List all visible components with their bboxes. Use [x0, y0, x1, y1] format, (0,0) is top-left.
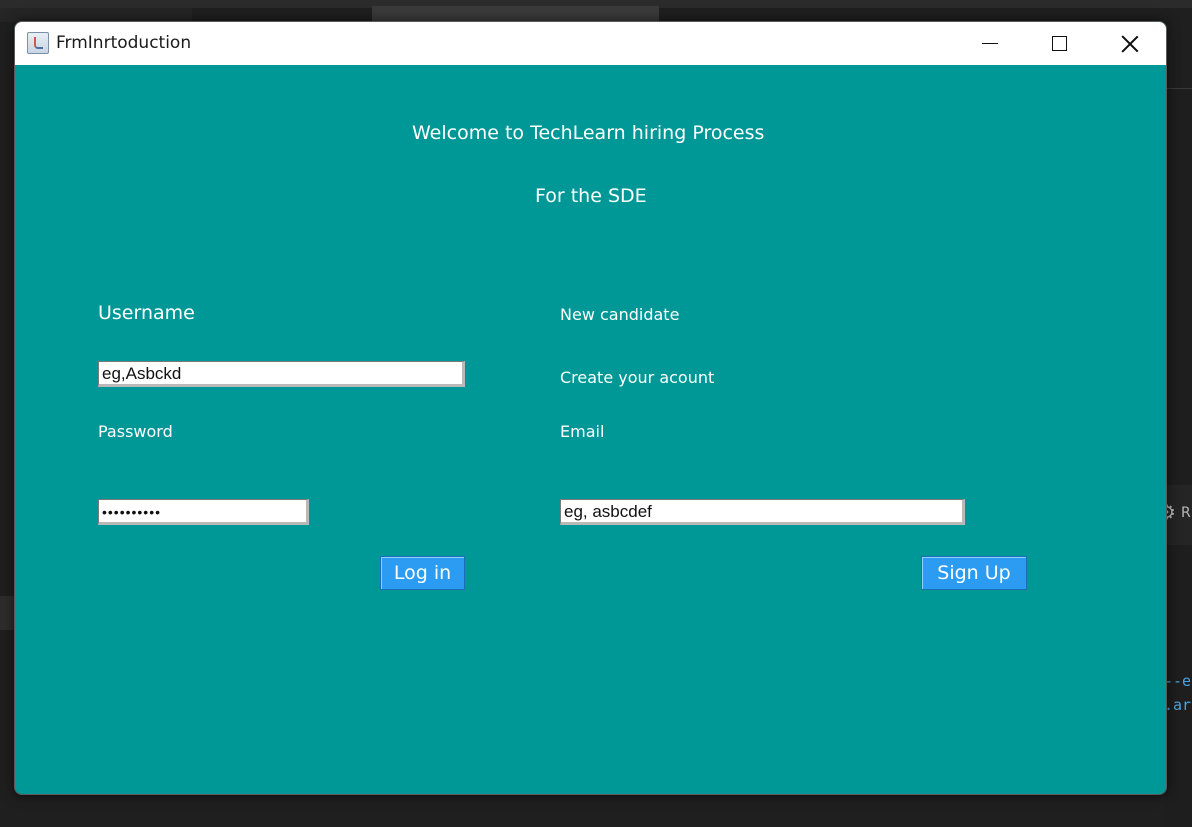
close-icon [1121, 35, 1139, 53]
login-button[interactable]: Log in [380, 556, 465, 590]
username-label: Username [98, 302, 195, 324]
signup-button[interactable]: Sign Up [921, 556, 1027, 590]
app-window: FrmInrtoduction Welcome to TechLearn hir… [14, 21, 1167, 795]
password-input[interactable]: •••••••••• [98, 499, 309, 525]
new-candidate-label: New candidate [560, 305, 680, 324]
maximize-button[interactable] [1024, 22, 1094, 65]
background-code-line: .ar [1164, 696, 1192, 714]
java-app-icon [27, 32, 49, 54]
minimize-button[interactable] [955, 22, 1025, 65]
minimize-icon [982, 43, 998, 44]
create-account-label: Create your acount [560, 368, 715, 387]
username-input[interactable]: eg,Asbckd [98, 361, 465, 387]
subtitle-heading: For the SDE [535, 185, 647, 207]
background-left-panel [0, 8, 192, 22]
background-code-line: --e [1164, 672, 1192, 690]
background-left-panel-marker [0, 596, 14, 630]
title-bar[interactable]: FrmInrtoduction [15, 22, 1166, 65]
maximize-icon [1051, 36, 1067, 51]
background-side-letter: R [1181, 505, 1191, 521]
email-label: Email [560, 422, 605, 441]
close-button[interactable] [1095, 22, 1165, 65]
welcome-heading: Welcome to TechLearn hiring Process [412, 122, 765, 144]
password-label: Password [98, 422, 173, 441]
window-title: FrmInrtoduction [56, 33, 192, 53]
background-tab [372, 6, 659, 22]
background-right-panel [1165, 88, 1192, 827]
email-input[interactable]: eg, asbcdef [560, 499, 965, 525]
